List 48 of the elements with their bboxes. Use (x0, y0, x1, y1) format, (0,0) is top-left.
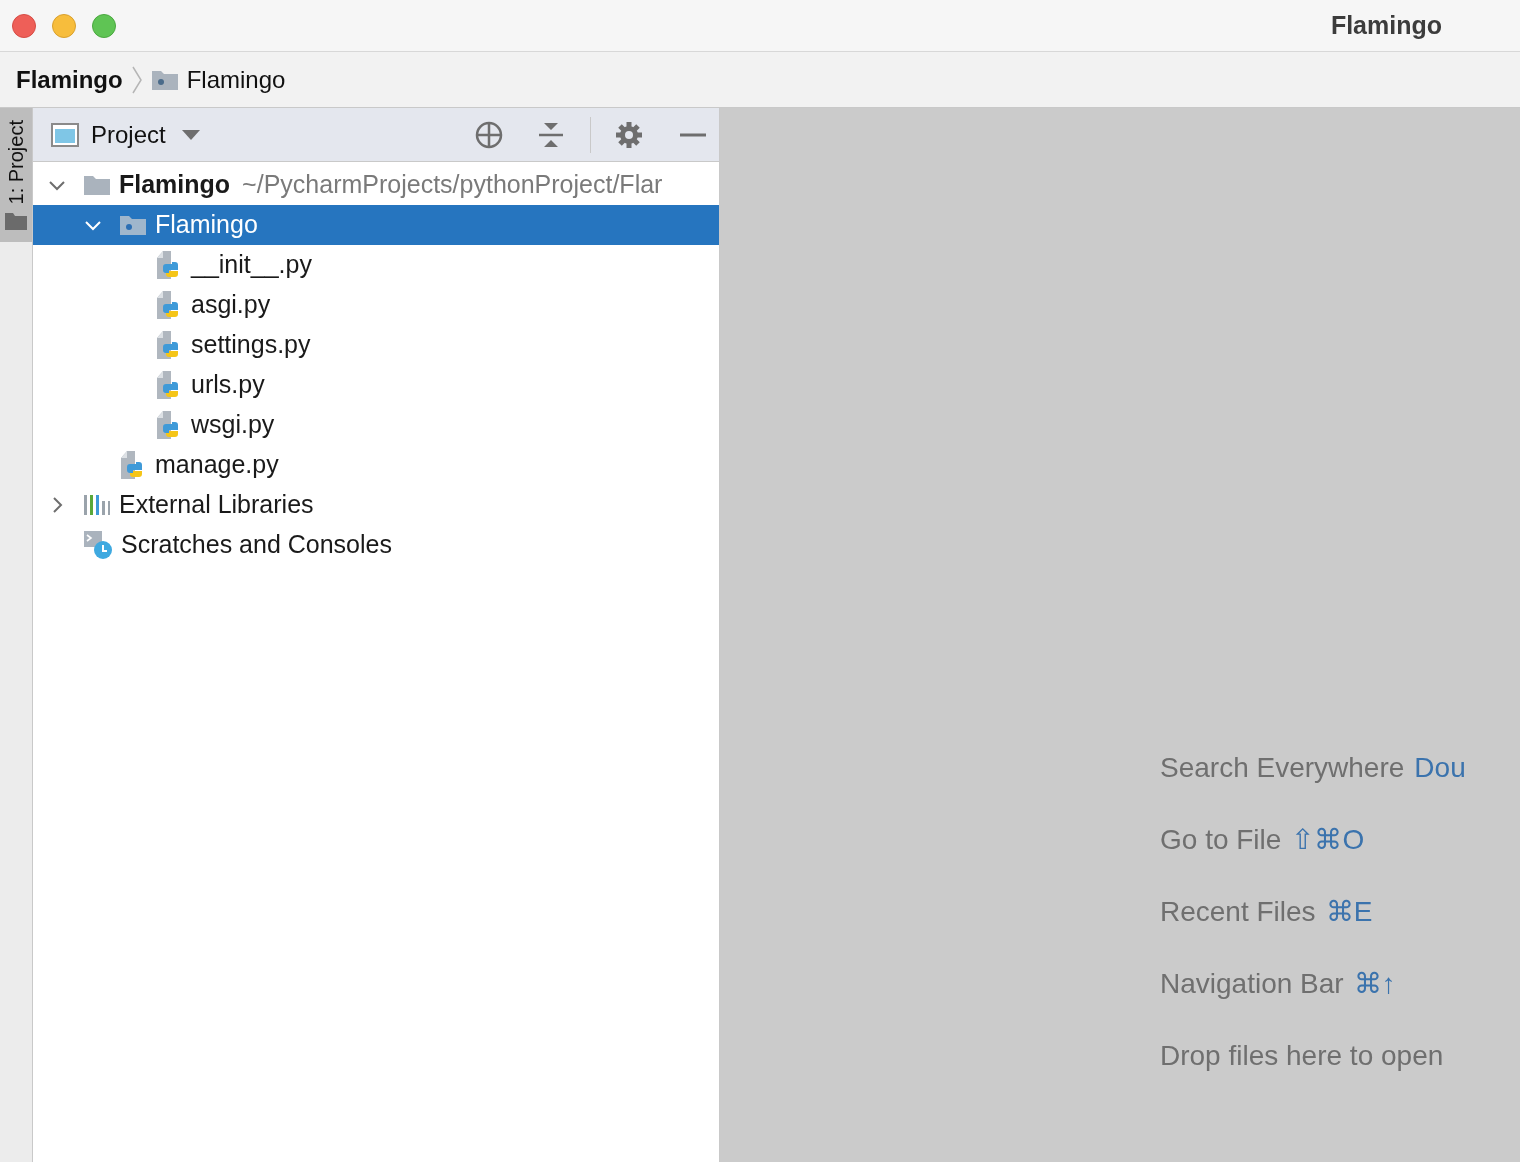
folder-icon (150, 68, 179, 91)
tree-label: Scratches and Consoles (121, 529, 392, 561)
tree-label: manage.py (155, 449, 279, 481)
libraries-icon (83, 493, 111, 517)
close-button[interactable] (12, 13, 36, 38)
project-side-tab[interactable]: 1: Project (0, 108, 32, 243)
tree-row[interactable]: Flamingo (33, 205, 719, 245)
tree-row[interactable]: wsgi.py (33, 405, 719, 445)
tree-label: asgi.py (191, 289, 271, 321)
hint-text: Navigation Bar (1160, 967, 1344, 1001)
project-view-dropdown[interactable]: Project (91, 116, 200, 153)
tree-row[interactable]: manage.py (33, 445, 719, 485)
tree-label: urls.py (191, 369, 265, 401)
tree-row[interactable]: Scratches and Consoles (33, 525, 719, 565)
tree-row[interactable]: asgi.py (33, 285, 719, 325)
scratches-icon (83, 530, 113, 560)
settings-icon[interactable] (615, 120, 643, 149)
tree-label: settings.py (191, 329, 311, 361)
shortcut-text: Dou (1414, 751, 1466, 785)
tree-label: External Libraries (119, 489, 314, 521)
breadcrumb-item[interactable]: Flamingo (186, 61, 286, 98)
caret-icon (181, 129, 200, 140)
window-title: Flamingo (1330, 9, 1443, 41)
window-icon (51, 122, 79, 147)
tree-row[interactable]: __init__.py (33, 245, 719, 285)
hint-text: Go to File (1160, 823, 1282, 857)
tree-row[interactable]: settings.py (33, 325, 719, 365)
breadcrumb-item[interactable]: Flamingo (16, 61, 123, 98)
tree-label: wsgi.py (191, 409, 275, 441)
zoom-button[interactable] (92, 13, 116, 38)
project-path: ~/PycharmProjects/pythonProject/Flar (242, 169, 663, 201)
folder-icon (5, 212, 27, 231)
hint-text: Drop files here to open (1160, 1039, 1444, 1073)
folder-icon (83, 174, 111, 196)
tree-label: Flamingo (119, 169, 231, 201)
crosshair-icon[interactable] (474, 119, 504, 150)
tree-label: __init__.py (191, 249, 312, 281)
tree-row[interactable]: Flamingo ~/PycharmProjects/pythonProject/Flar (33, 165, 719, 205)
shortcut-text: ⌘↑ (1353, 967, 1396, 1001)
shortcut-text: ⌘E (1325, 895, 1373, 929)
tree-row[interactable]: External Libraries (33, 485, 719, 525)
folder-icon (119, 214, 147, 236)
hint-text: Recent Files (1160, 895, 1316, 929)
tree-row[interactable]: urls.py (33, 365, 719, 405)
tree-label: Flamingo (155, 209, 258, 241)
shortcut-text: ⇧⌘O (1291, 823, 1365, 857)
separator-icon (130, 64, 143, 95)
hint-text: Search Everywhere (1160, 751, 1405, 785)
